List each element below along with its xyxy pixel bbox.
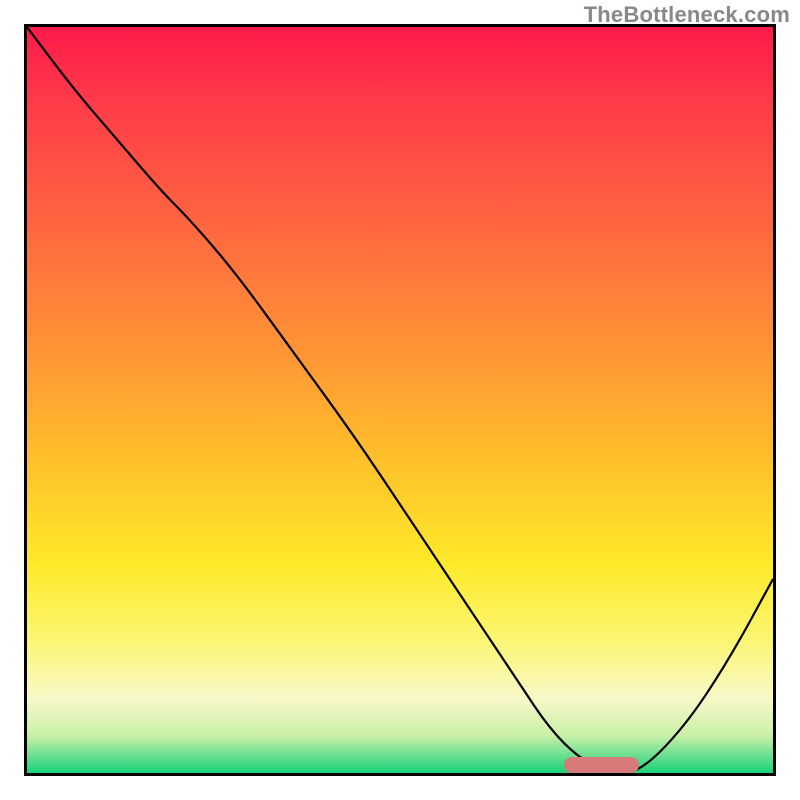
curve-path [27,27,773,773]
plot-frame [24,24,776,776]
optimal-range-marker [564,757,639,773]
bottleneck-curve [27,27,773,773]
chart-stage: TheBottleneck.com [0,0,800,800]
